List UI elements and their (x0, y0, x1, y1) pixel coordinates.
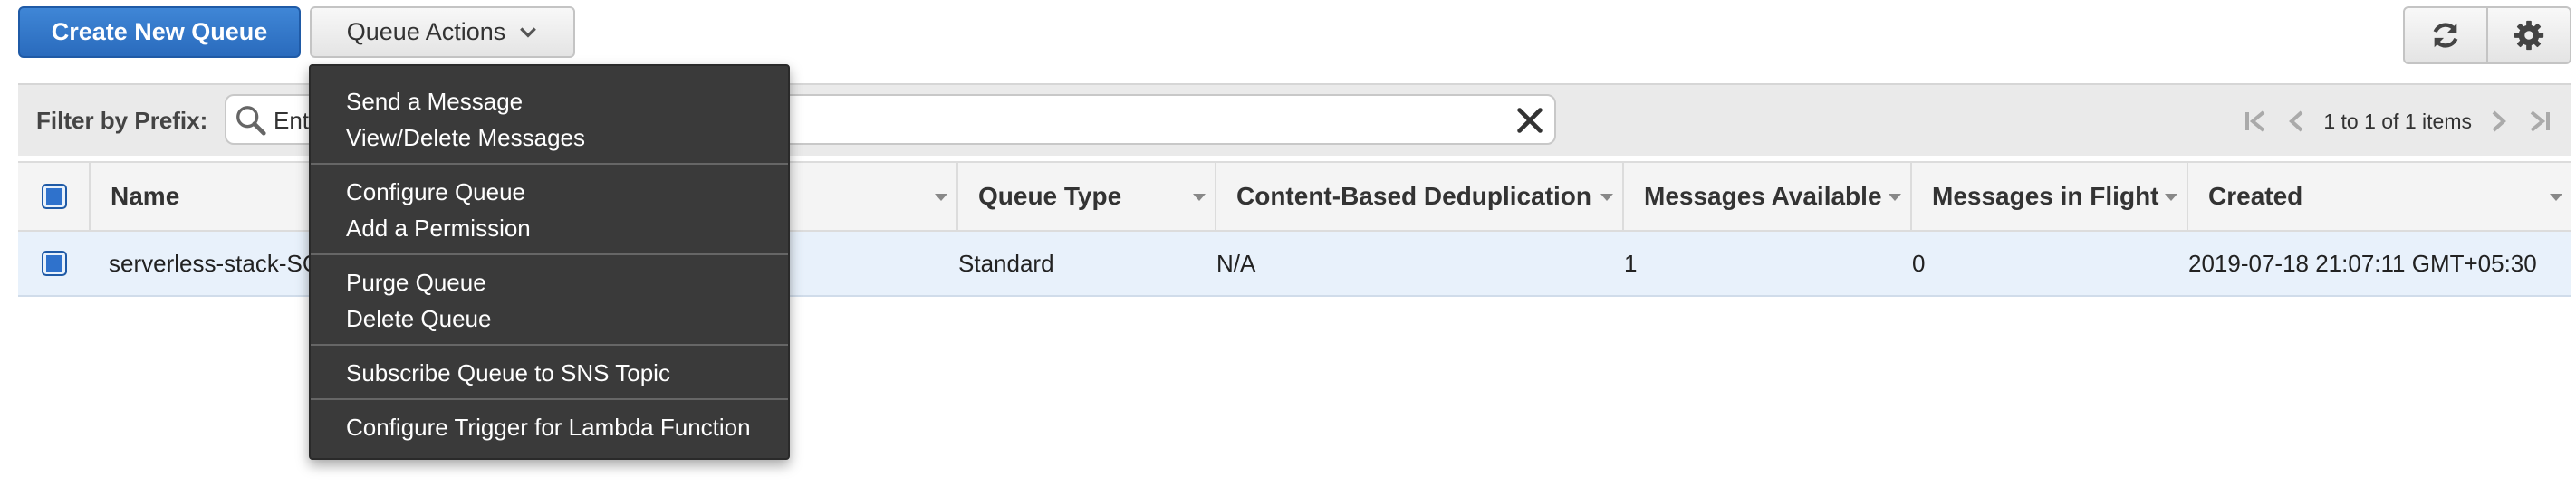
refresh-icon (2433, 23, 2458, 48)
queue-actions-menu: Send a Message View/Delete Messages Conf… (309, 64, 790, 460)
menu-item-configure-queue[interactable]: Configure Queue (346, 178, 525, 206)
column-header-messages-in-flight[interactable]: Messages in Flight (1910, 163, 2187, 230)
menu-item-delete-queue[interactable]: Delete Queue (346, 305, 491, 333)
gear-icon (2514, 20, 2544, 51)
refresh-button[interactable] (2405, 8, 2486, 62)
menu-item-subscribe-sns[interactable]: Subscribe Queue to SNS Topic (346, 359, 670, 387)
clear-icon[interactable] (1513, 103, 1547, 138)
messages-available-cell: 1 (1624, 249, 1638, 277)
column-header-created[interactable]: Created (2187, 163, 2571, 230)
row-checkbox[interactable] (42, 251, 67, 276)
last-page-icon[interactable] (2524, 106, 2555, 137)
menu-divider (311, 163, 788, 165)
menu-item-configure-lambda-trigger[interactable]: Configure Trigger for Lambda Function (346, 414, 751, 442)
dedup-cell: N/A (1216, 249, 1256, 277)
filter-label: Filter by Prefix: (36, 107, 208, 134)
next-page-icon[interactable] (2483, 106, 2514, 137)
menu-divider (311, 398, 788, 400)
queue-actions-button[interactable]: Queue Actions (310, 6, 575, 58)
previous-page-icon[interactable] (2282, 106, 2312, 137)
menu-divider (311, 253, 788, 255)
sort-icon (1600, 194, 1613, 201)
menu-item-purge-queue[interactable]: Purge Queue (346, 269, 486, 297)
row-select-cell (18, 232, 91, 295)
pager-text: 1 to 1 of 1 items (2323, 109, 2472, 133)
column-header-name-label: Name (111, 182, 180, 210)
queue-actions-label: Queue Actions (346, 18, 506, 45)
chevron-down-icon (520, 26, 537, 38)
menu-item-add-permission[interactable]: Add a Permission (346, 215, 531, 243)
column-header-messages-available[interactable]: Messages Available (1622, 163, 1910, 230)
sort-icon (2550, 194, 2562, 201)
sort-icon (1193, 194, 1206, 201)
column-header-created-label: Created (2208, 182, 2303, 210)
select-all-cell (18, 163, 91, 230)
sort-icon (935, 194, 947, 201)
column-header-dedup-label: Content-Based Deduplication (1236, 182, 1592, 210)
sort-icon (1889, 194, 1901, 201)
column-header-messages-available-label: Messages Available (1644, 182, 1882, 210)
pager: 1 to 1 of 1 items (2240, 101, 2555, 141)
create-new-queue-button[interactable]: Create New Queue (18, 6, 301, 58)
column-header-dedup[interactable]: Content-Based Deduplication (1215, 163, 1622, 230)
sort-icon (2165, 194, 2177, 201)
toolbar-icon-group (2403, 6, 2571, 64)
menu-item-send-message[interactable]: Send a Message (346, 88, 523, 116)
messages-in-flight-cell: 0 (1912, 249, 1926, 277)
menu-divider (311, 344, 788, 346)
created-cell: 2019-07-18 21:07:11 GMT+05:30 (2188, 249, 2537, 277)
search-icon (236, 106, 266, 136)
settings-button[interactable] (2486, 8, 2570, 62)
menu-item-view-delete-messages[interactable]: View/Delete Messages (346, 124, 585, 152)
column-header-queue-type[interactable]: Queue Type (956, 163, 1215, 230)
first-page-icon[interactable] (2240, 106, 2271, 137)
column-header-queue-type-label: Queue Type (978, 182, 1122, 210)
select-all-checkbox[interactable] (42, 184, 67, 209)
queue-type-cell: Standard (958, 249, 1054, 277)
column-header-messages-in-flight-label: Messages in Flight (1932, 182, 2159, 210)
